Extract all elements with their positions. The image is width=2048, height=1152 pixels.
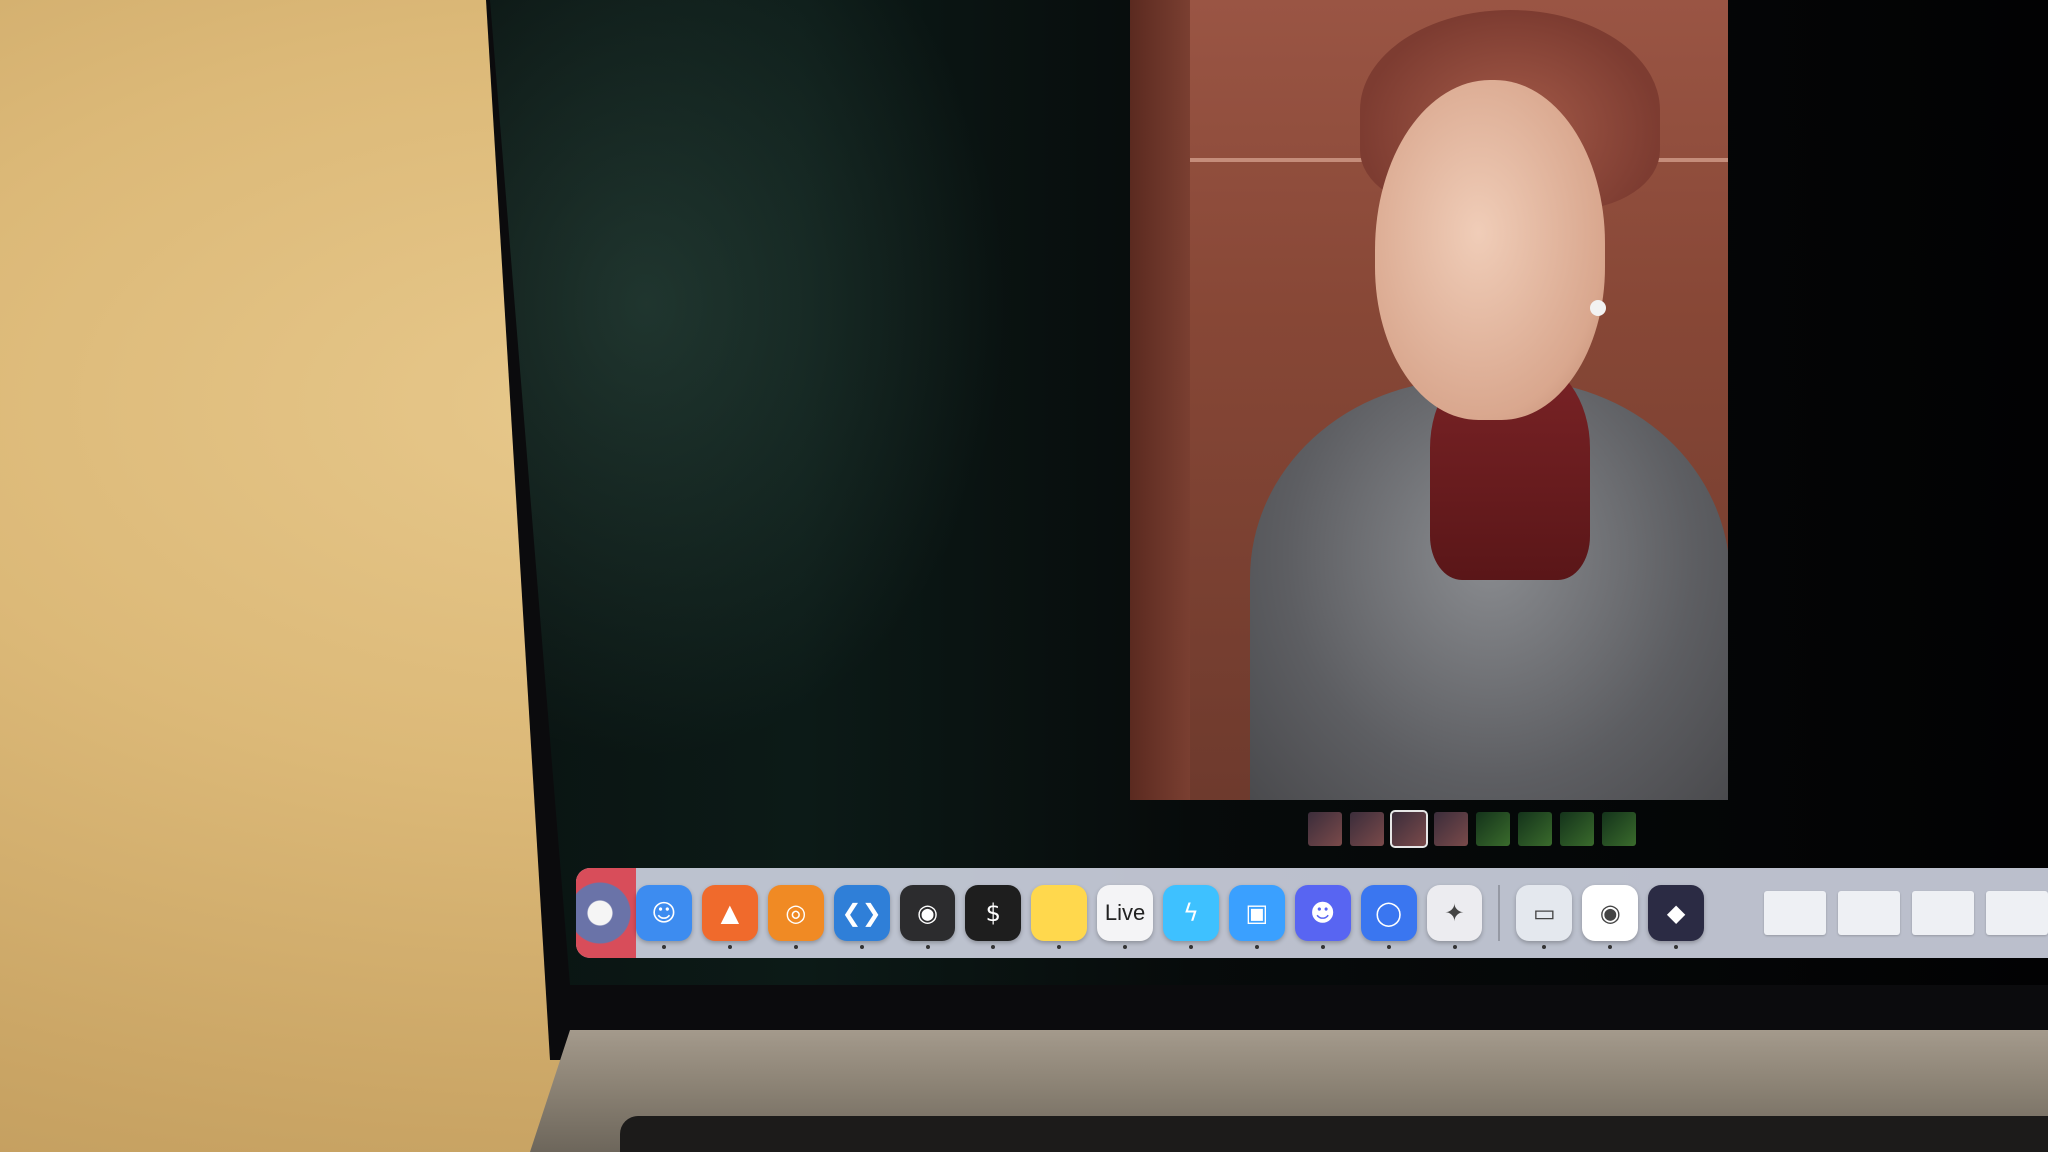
live-app-icon[interactable]: Live <box>1097 885 1153 949</box>
laptop-screen <box>490 0 2048 985</box>
minimized-window-thumbnail[interactable] <box>1838 891 1900 935</box>
photo-thumbnail[interactable] <box>1476 812 1510 846</box>
terminal-icon[interactable]: $ <box>965 885 1022 949</box>
photo-thumbnail[interactable] <box>1308 812 1342 846</box>
notes-icon[interactable] <box>1031 885 1088 949</box>
photo-viewer-window[interactable] <box>1130 0 1728 800</box>
laptop-keyboard-edge <box>620 1116 2048 1152</box>
dock: ☺ ▲ ◎ ❮❯ ◉ $ Live ϟ ▣ ☻ ◯ ✦ ▭ ◉ ◆ <box>576 868 2048 958</box>
running-indicator <box>925 945 930 949</box>
signal-icon[interactable]: ◯ <box>1360 885 1417 949</box>
running-indicator <box>1320 945 1325 949</box>
discord-icon[interactable]: ☻ <box>1294 885 1351 949</box>
star-app-icon[interactable]: ✦ <box>1426 885 1483 949</box>
minimized-window-thumbnail[interactable] <box>1986 891 2048 935</box>
running-indicator <box>1452 945 1457 949</box>
running-indicator <box>1254 945 1259 949</box>
thumbnail-strip <box>1308 810 1636 850</box>
running-indicator <box>1123 945 1128 949</box>
preview-icon[interactable]: ▭ <box>1516 885 1573 949</box>
running-indicator <box>991 945 996 949</box>
photo-thumbnail[interactable] <box>1560 812 1594 846</box>
reeder-icon[interactable]: ϟ <box>1163 885 1219 949</box>
running-indicator <box>1386 945 1391 949</box>
dock-wallpaper-peek <box>576 868 636 958</box>
photo-thumbnail[interactable] <box>1350 812 1384 846</box>
brave-browser-icon[interactable]: ▲ <box>701 885 758 949</box>
photo-face <box>1375 80 1605 420</box>
running-indicator <box>1608 945 1613 949</box>
photo-thumbnail[interactable] <box>1390 810 1428 848</box>
running-indicator <box>662 945 666 949</box>
minimized-window-thumbnail[interactable] <box>1912 891 1974 935</box>
photo-thumbnail[interactable] <box>1602 812 1636 846</box>
photo-thumbnail[interactable] <box>1434 812 1468 846</box>
obsidian-icon[interactable]: ◆ <box>1648 885 1704 949</box>
blender-icon[interactable]: ◎ <box>767 885 824 949</box>
running-indicator <box>793 945 798 949</box>
dock-minimized-windows <box>1764 891 2048 935</box>
photo-thumbnail[interactable] <box>1518 812 1552 846</box>
running-indicator <box>1189 945 1193 949</box>
finder-icon[interactable]: ☺ <box>636 885 692 949</box>
screen-glare <box>490 0 1010 760</box>
running-indicator <box>1057 945 1062 949</box>
photo-background-pillar <box>1130 0 1190 800</box>
vscode-icon[interactable]: ❮❯ <box>833 885 890 949</box>
minimized-window-thumbnail[interactable] <box>1764 891 1826 935</box>
running-indicator <box>859 945 864 949</box>
chrome-icon[interactable]: ◉ <box>1582 885 1639 949</box>
obs-icon[interactable]: ◉ <box>899 885 956 949</box>
photo-earring <box>1590 300 1606 316</box>
running-indicator <box>727 945 732 949</box>
running-indicator <box>1674 945 1679 949</box>
screen-share-icon[interactable]: ▣ <box>1228 885 1285 949</box>
running-indicator <box>1542 945 1547 949</box>
dock-separator <box>1498 885 1501 941</box>
